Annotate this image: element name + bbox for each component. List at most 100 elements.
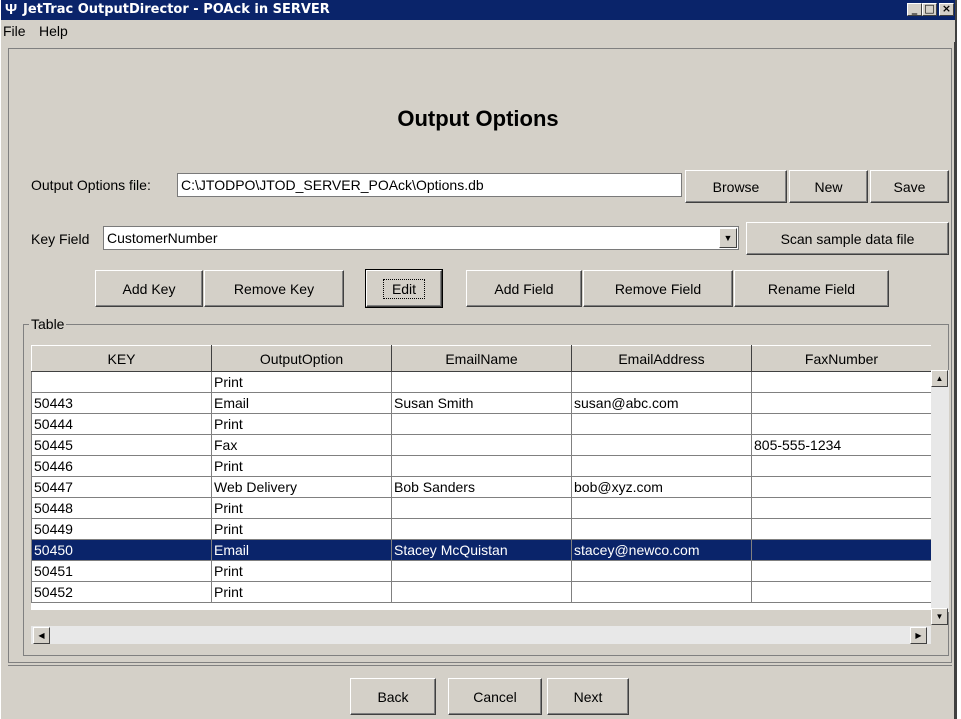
table-row[interactable]: 50444 Print (31, 413, 931, 435)
table-cell-emailname[interactable] (391, 560, 572, 582)
table-cell-emailname[interactable] (391, 413, 572, 435)
table-cell-emailaddress[interactable] (571, 497, 752, 519)
key-field-select[interactable]: CustomerNumber ▼ (103, 226, 739, 250)
scroll-up-icon[interactable]: ▲ (931, 370, 948, 387)
options-file-input[interactable]: C:\JTODPO\JTOD_SERVER_POAck\Options.db (177, 173, 682, 197)
add-field-button[interactable]: Add Field (466, 270, 582, 307)
table-row[interactable]: 50446 Print (31, 455, 931, 477)
table-row[interactable]: Print (31, 371, 931, 393)
table-cell-outputoption[interactable]: Email (211, 392, 392, 414)
table-cell-emailaddress[interactable] (571, 434, 752, 456)
table-row[interactable]: 50445 Fax 805-555-1234 (31, 434, 931, 456)
table-row[interactable]: 50450 Email Stacey McQuistan stacey@newco.c… (31, 539, 931, 561)
table-cell-emailaddress[interactable] (571, 413, 752, 435)
scan-sample-data-button[interactable]: Scan sample data file (746, 222, 949, 255)
table-cell-key[interactable]: 50444 (31, 413, 212, 435)
vertical-scrollbar[interactable]: ▲ ▼ (931, 370, 949, 625)
title-bar[interactable]: Ψ JetTrac OutputDirector - POAck in SERV… (1, 0, 955, 20)
next-button[interactable]: Next (547, 678, 629, 715)
back-button[interactable]: Back (350, 678, 436, 715)
table-body: Print 50443 Email Susan Smith susan@abc.com 5… (31, 371, 931, 603)
table-cell-key[interactable]: 50448 (31, 497, 212, 519)
table-cell-key[interactable]: 50443 (31, 392, 212, 414)
menu-help[interactable]: Help (39, 22, 68, 40)
table-cell-outputoption[interactable]: Print (211, 455, 392, 477)
table-cell-key[interactable]: 50446 (31, 455, 212, 477)
table-cell-emailname[interactable]: Stacey McQuistan (391, 539, 572, 561)
scroll-left-icon[interactable]: ◀ (33, 627, 50, 644)
table-row[interactable]: 50443 Email Susan Smith susan@abc.com (31, 392, 931, 414)
new-button[interactable]: New (789, 170, 868, 203)
table-cell-outputoption[interactable]: Print (211, 371, 392, 393)
table-cell-key[interactable]: 50445 (31, 434, 212, 456)
table-cell-faxnumber[interactable] (751, 518, 931, 540)
scroll-down-icon[interactable]: ▼ (931, 608, 948, 625)
table-cell-faxnumber[interactable] (751, 392, 931, 414)
table-cell-outputoption[interactable]: Web Delivery (211, 476, 392, 498)
table-cell-outputoption[interactable]: Print (211, 518, 392, 540)
column-header-emailaddress[interactable]: EmailAddress (571, 345, 752, 372)
table-cell-key[interactable]: 50447 (31, 476, 212, 498)
horizontal-scrollbar[interactable]: ◀ ▶ (31, 626, 931, 644)
table-cell-emailname[interactable]: Bob Sanders (391, 476, 572, 498)
table-cell-faxnumber[interactable] (751, 413, 931, 435)
remove-field-button[interactable]: Remove Field (583, 270, 733, 307)
remove-key-button[interactable]: Remove Key (204, 270, 344, 307)
table-cell-faxnumber[interactable]: 805-555-1234 (751, 434, 931, 456)
table-cell-faxnumber[interactable] (751, 455, 931, 477)
table-cell-emailaddress[interactable] (571, 518, 752, 540)
table-cell-faxnumber[interactable] (751, 539, 931, 561)
menu-file[interactable]: File (3, 22, 26, 40)
close-button[interactable]: × (939, 3, 954, 16)
table-cell-key[interactable]: 50452 (31, 581, 212, 603)
table-cell-faxnumber[interactable] (751, 560, 931, 582)
scroll-right-icon[interactable]: ▶ (910, 627, 927, 644)
add-key-button[interactable]: Add Key (95, 270, 203, 307)
table-cell-outputoption[interactable]: Print (211, 581, 392, 603)
table-cell-faxnumber[interactable] (751, 581, 931, 603)
chevron-down-icon[interactable]: ▼ (719, 228, 737, 248)
save-button[interactable]: Save (870, 170, 949, 203)
table-cell-outputoption[interactable]: Print (211, 413, 392, 435)
table-row[interactable]: 50449 Print (31, 518, 931, 540)
rename-field-button[interactable]: Rename Field (734, 270, 889, 307)
table-cell-faxnumber[interactable] (751, 497, 931, 519)
minimize-button[interactable]: _ (907, 3, 922, 16)
table-cell-outputoption[interactable]: Email (211, 539, 392, 561)
table-cell-emailname[interactable] (391, 497, 572, 519)
maximize-button[interactable]: □ (922, 3, 937, 16)
table-cell-emailname[interactable] (391, 434, 572, 456)
table-row[interactable]: 50451 Print (31, 560, 931, 582)
table-cell-emailaddress[interactable] (571, 560, 752, 582)
table-cell-emailaddress[interactable]: stacey@newco.com (571, 539, 752, 561)
table-cell-emailaddress[interactable] (571, 581, 752, 603)
table-row[interactable]: 50452 Print (31, 581, 931, 603)
column-header-outputoption[interactable]: OutputOption (211, 345, 392, 372)
cancel-button[interactable]: Cancel (448, 678, 542, 715)
table-cell-emailname[interactable] (391, 518, 572, 540)
table-cell-emailaddress[interactable]: susan@abc.com (571, 392, 752, 414)
table-cell-outputoption[interactable]: Print (211, 560, 392, 582)
table-row[interactable]: 50448 Print (31, 497, 931, 519)
browse-button[interactable]: Browse (685, 170, 787, 203)
table-cell-key[interactable]: 50450 (31, 539, 212, 561)
table-cell-emailname[interactable]: Susan Smith (391, 392, 572, 414)
table-cell-outputoption[interactable]: Fax (211, 434, 392, 456)
table-cell-faxnumber[interactable] (751, 371, 931, 393)
table-cell-key[interactable]: 50449 (31, 518, 212, 540)
table-cell-key[interactable] (31, 371, 212, 393)
edit-button[interactable]: Edit (365, 269, 443, 308)
column-header-key[interactable]: KEY (31, 345, 212, 372)
table-cell-emailname[interactable] (391, 371, 572, 393)
table-cell-key[interactable]: 50451 (31, 560, 212, 582)
table-cell-emailname[interactable] (391, 455, 572, 477)
table-cell-emailaddress[interactable] (571, 371, 752, 393)
table-cell-outputoption[interactable]: Print (211, 497, 392, 519)
table-cell-emailaddress[interactable] (571, 455, 752, 477)
table-cell-emailaddress[interactable]: bob@xyz.com (571, 476, 752, 498)
table-cell-emailname[interactable] (391, 581, 572, 603)
column-header-emailname[interactable]: EmailName (391, 345, 572, 372)
table-row[interactable]: 50447 Web Delivery Bob Sanders bob@xyz.com (31, 476, 931, 498)
column-header-faxnumber[interactable]: FaxNumber (751, 345, 931, 372)
table-cell-faxnumber[interactable] (751, 476, 931, 498)
